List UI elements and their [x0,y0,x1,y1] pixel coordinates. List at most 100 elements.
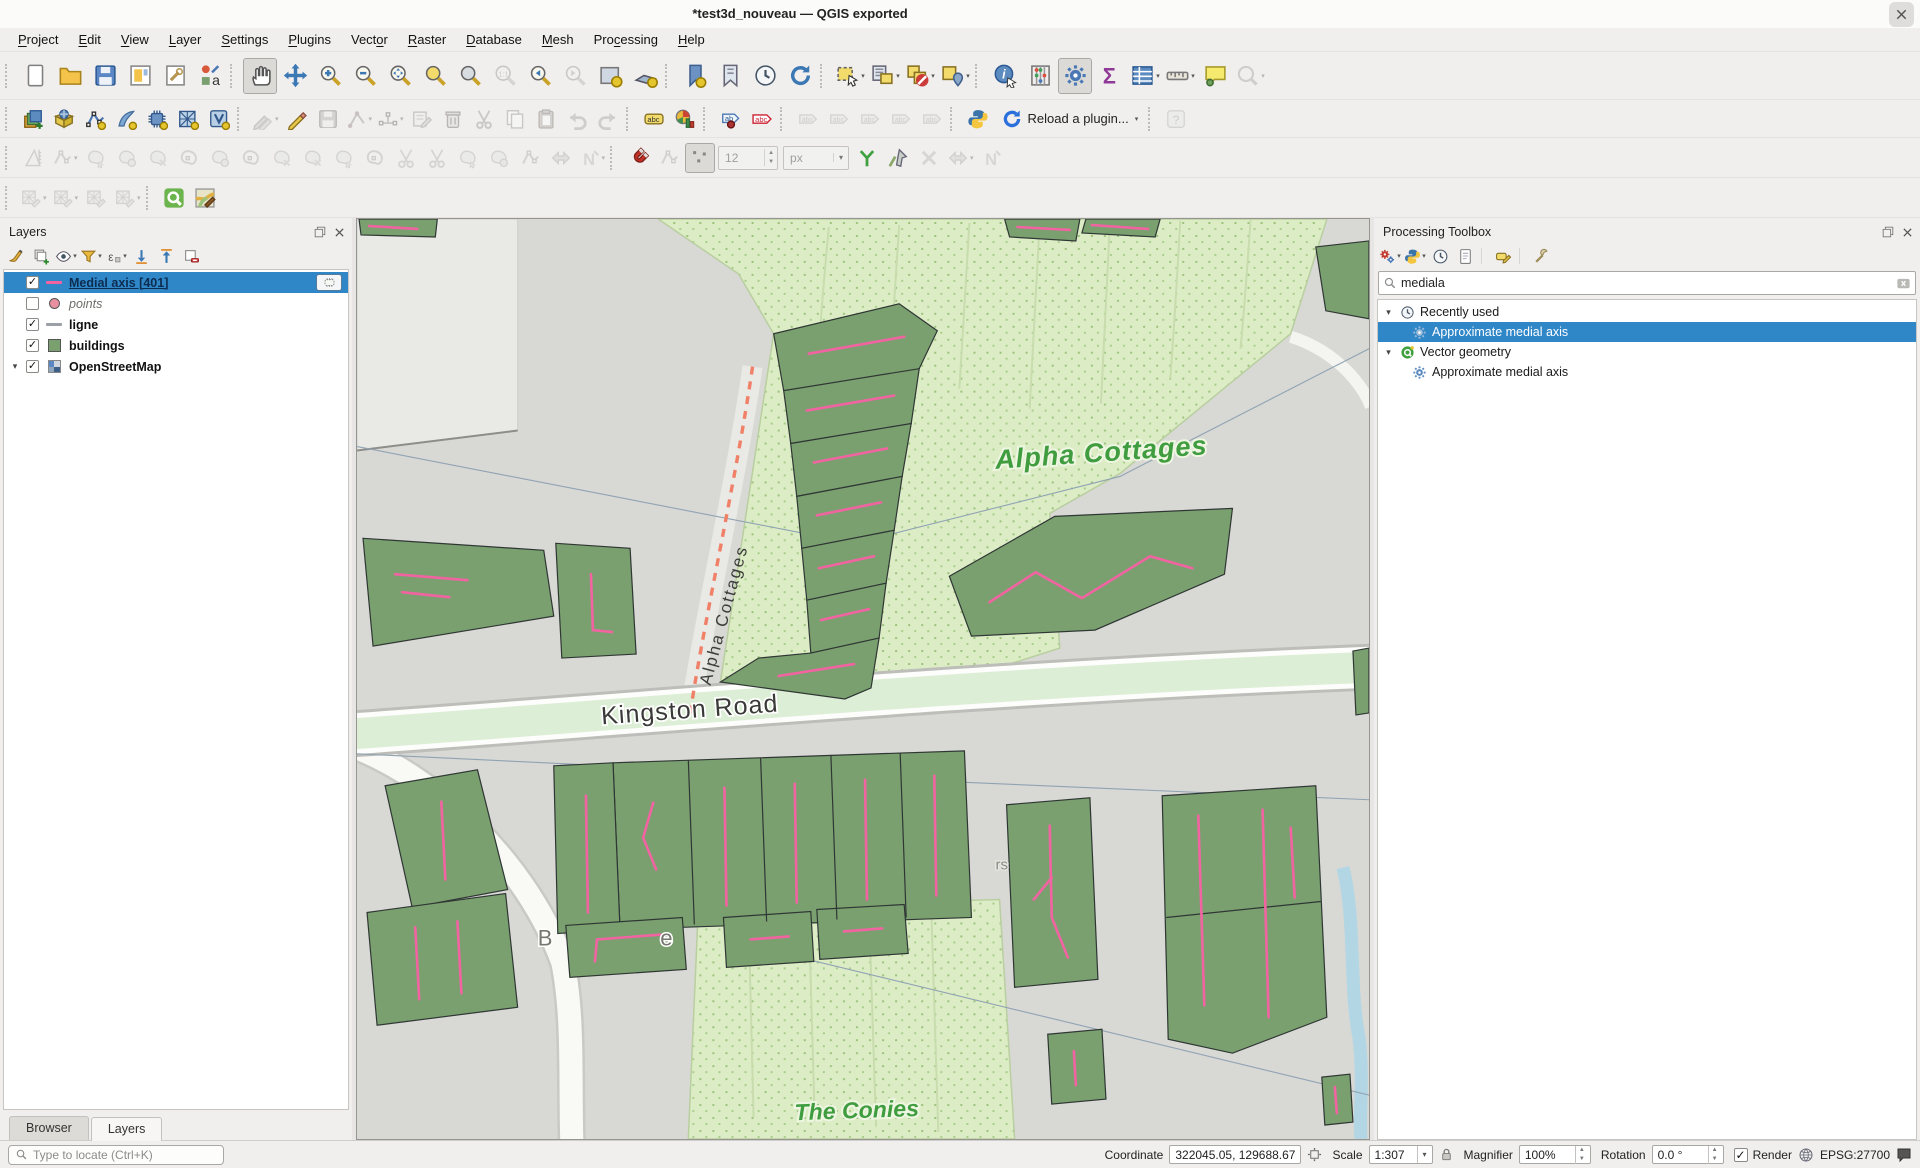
filter-by-expression-button[interactable]: ε▾ [105,245,127,267]
menu-help[interactable]: Help [668,30,715,49]
layer-item[interactable]: ✓ligne [4,314,348,335]
menu-mesh[interactable]: Mesh [532,30,584,49]
avoid-intersections[interactable] [883,143,913,173]
lock-icon[interactable] [1439,1147,1454,1162]
new-print-layout[interactable] [123,58,157,94]
new-shapefile-layer[interactable] [80,104,110,134]
pan-map[interactable] [243,58,277,94]
toolbar-drag-handle[interactable] [975,64,984,88]
manage-map-themes-button[interactable]: ▾ [55,245,77,267]
layer-item[interactable]: ✓buildings [4,335,348,356]
algorithm-item[interactable]: Approximate medial axis [1378,322,1916,342]
layer-checkbox[interactable] [26,297,39,310]
show-layout-manager[interactable] [158,58,192,94]
menu-plugins[interactable]: Plugins [278,30,341,49]
new-map-view[interactable] [593,58,627,94]
window-close-button[interactable] [1889,2,1914,27]
plugin-quickosm[interactable] [159,183,189,213]
layer-labeling-options[interactable]: abc [639,104,669,134]
toolbar-drag-handle[interactable] [610,146,619,170]
refresh-map[interactable] [783,58,817,94]
new-spatialite-layer[interactable] [142,104,172,134]
add-layer[interactable] [49,104,79,134]
open-project[interactable] [53,58,87,94]
layer-diagram-options[interactable] [670,104,700,134]
show-statistics[interactable]: Σ [1093,58,1127,94]
results-viewer-button[interactable] [1454,245,1476,267]
deselect-features[interactable]: ▾ [903,58,937,94]
menu-raster[interactable]: Raster [398,30,456,49]
magnifier-spinner[interactable]: 100%▲▼ [1519,1145,1591,1164]
select-features-by-value[interactable]: ▾ [868,58,902,94]
zoom-to-layer[interactable] [453,58,487,94]
measure[interactable]: ▾ [1163,58,1197,94]
toolbar-drag-handle[interactable] [5,146,14,170]
expand-all-button[interactable] [130,245,152,267]
style-manager[interactable]: a [193,58,227,94]
layer-item[interactable]: ✓Medial axis [401] [4,272,348,293]
add-group-button[interactable] [30,245,52,267]
globe-icon[interactable] [1798,1147,1814,1163]
menu-processing[interactable]: Processing [584,30,668,49]
new-geopackage-layer[interactable] [111,104,141,134]
menu-settings[interactable]: Settings [211,30,278,49]
open-layer-styling-button[interactable] [5,245,27,267]
algorithm-group[interactable]: ▾Recently used [1378,302,1916,322]
zoom-full[interactable] [383,58,417,94]
zoom-in[interactable] [313,58,347,94]
reload-plugin[interactable]: Reload a plugin...▾ [994,104,1146,134]
topological-editing[interactable] [852,143,882,173]
remove-layer-button[interactable] [180,245,202,267]
plugin-osm-edit[interactable] [190,183,220,213]
tracing-settings[interactable] [685,143,715,173]
save-project[interactable] [88,58,122,94]
collapse-all-button[interactable] [155,245,177,267]
memory-layer-indicator-icon[interactable] [316,274,342,291]
processing-search-input[interactable] [1401,276,1892,290]
filter-legend-button[interactable]: ▾ [80,245,102,267]
models-button[interactable]: ▾ [1379,245,1401,267]
menu-edit[interactable]: Edit [68,30,110,49]
new-3d-map-view[interactable] [628,58,662,94]
new-mesh-layer[interactable] [173,104,203,134]
toolbar-drag-handle[interactable] [665,64,674,88]
toolbar-drag-handle[interactable] [780,107,789,131]
close-panel-icon[interactable] [331,224,347,240]
select-by-location[interactable]: ▾ [938,58,972,94]
menu-vector[interactable]: Vector [341,30,398,49]
select-features[interactable]: ▾ [833,58,867,94]
render-checkbox[interactable]: ✓ [1734,1148,1748,1162]
layer-checkbox[interactable]: ✓ [26,276,39,289]
algorithm-item[interactable]: Approximate medial axis [1378,362,1916,382]
label-callouts[interactable]: abc [747,104,777,134]
new-virtual-layer[interactable] [204,104,234,134]
expander-icon[interactable]: ▾ [1382,307,1395,318]
toolbar-drag-handle[interactable] [5,64,14,88]
toolbar-drag-handle[interactable] [237,107,246,131]
float-panel-icon[interactable] [1880,224,1896,240]
new-project[interactable] [18,58,52,94]
layer-checkbox[interactable]: ✓ [26,318,39,331]
expander-icon[interactable]: ▾ [8,361,22,372]
scripts-button[interactable]: ▾ [1404,245,1426,267]
map-canvas[interactable]: Alpha Cottages Alpha Cottages Kingston R… [357,219,1369,1139]
toolbar-drag-handle[interactable] [230,64,239,88]
layer-checkbox[interactable]: ✓ [26,339,39,352]
toolbar-drag-handle[interactable] [5,107,14,131]
new-spatial-bookmark[interactable] [678,58,712,94]
enable-snapping[interactable] [623,143,653,173]
toolbar-drag-handle[interactable] [703,107,712,131]
tab-layers[interactable]: Layers [91,1117,163,1141]
toolbar-drag-handle[interactable] [146,186,155,210]
float-panel-icon[interactable] [312,224,328,240]
messages-icon[interactable] [1896,1147,1912,1163]
zoom-to-selection[interactable] [418,58,452,94]
clear-search-icon[interactable] [1896,276,1911,291]
crs-indicator[interactable]: EPSG:27700 [1820,1148,1890,1162]
toolbar-drag-handle[interactable] [820,64,829,88]
coordinate-value[interactable]: 322045.05, 129688.67 [1169,1145,1301,1164]
open-attribute-table[interactable]: ▾ [1128,58,1162,94]
zoom-last[interactable] [523,58,557,94]
zoom-out[interactable] [348,58,382,94]
toolbar-drag-handle[interactable] [626,107,635,131]
